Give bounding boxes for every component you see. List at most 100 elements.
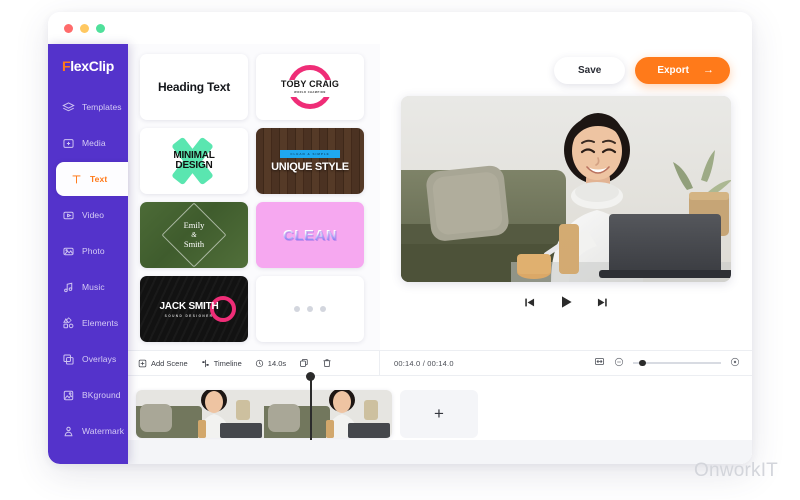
sidebar-item-label: Photo [82, 246, 105, 256]
logo-accent-letter: F [61, 58, 71, 74]
add-scene-label: Add Scene [151, 358, 188, 368]
play-button[interactable] [558, 294, 574, 310]
overlays-icon [62, 353, 75, 366]
flexclip-logo[interactable]: FlexClip [62, 58, 114, 74]
timeline-toolbar-right: 00:14.0 / 00:14.0 [380, 351, 752, 375]
sidebar-item-templates[interactable]: Templates [48, 90, 128, 124]
sidebar-item-label: Text [90, 174, 108, 184]
zoom-out-button[interactable] [614, 354, 624, 372]
zoom-controls [594, 354, 740, 372]
timeline-clip-thumbnail[interactable] [136, 390, 264, 438]
duration-indicator[interactable]: 14.0s [255, 359, 286, 368]
timeline-track[interactable]: + [128, 372, 752, 464]
template-title: Heading Text [157, 80, 231, 94]
sidebar-item-media[interactable]: Media [48, 126, 128, 160]
sidebar: FlexClip Templates Media Text Video Phot… [48, 44, 128, 464]
timeline-icon [202, 359, 209, 367]
photo-icon [62, 245, 75, 258]
sidebar-item-music[interactable]: Music [48, 270, 128, 304]
sidebar-item-bkground[interactable]: BKground [48, 378, 128, 412]
template-card-jack-smith[interactable]: JACK SMITH SOUND DESIGNER [140, 276, 248, 342]
timeline-button[interactable]: Timeline [201, 359, 242, 368]
watermark-icon [62, 425, 75, 438]
text-templates-grid: Heading Text TOBY CRAIG WORLD CHAMPION M… [128, 44, 380, 350]
zoom-slider[interactable] [633, 359, 721, 367]
template-card-emily-smith[interactable]: Emily & Smith [140, 202, 248, 268]
main-content: Heading Text TOBY CRAIG WORLD CHAMPION M… [128, 44, 752, 464]
template-title: JACK SMITH [159, 300, 219, 312]
shapes-icon [62, 316, 75, 330]
timeline-toolbar: Add Scene Timeline 14.0s 00:14.0 / 00:14… [128, 350, 752, 376]
minimize-window-dot[interactable] [80, 23, 89, 33]
app-window: FlexClip Templates Media Text Video Phot… [48, 12, 752, 464]
sidebar-item-photo[interactable]: Photo [48, 234, 128, 268]
template-card-heading-text[interactable]: Heading Text [140, 54, 248, 120]
timeline-clip-group[interactable] [136, 390, 392, 438]
timeline-toolbar-left: Add Scene Timeline 14.0s [128, 351, 380, 375]
preview-pane: Save Export → [380, 44, 752, 350]
template-card-toby-craig[interactable]: TOBY CRAIG WORLD CHAMPION [256, 54, 364, 120]
sidebar-item-video[interactable]: Video [48, 198, 128, 232]
template-ampersand: & [191, 230, 197, 239]
sidebar-item-label: BKground [82, 390, 121, 400]
save-button[interactable]: Save [553, 56, 626, 84]
template-subtitle: WORLD CHAMPION [294, 91, 326, 94]
previous-frame-button[interactable] [523, 296, 536, 309]
export-button-label: Export [657, 64, 689, 76]
music-note-icon [62, 281, 75, 294]
zoom-in-button[interactable] [730, 354, 740, 372]
zoom-slider-thumb[interactable] [639, 359, 646, 367]
logo-rest-text: lexClip [70, 58, 115, 74]
arrow-right-icon: → [703, 63, 714, 76]
add-scene-button[interactable]: Add Scene [138, 359, 188, 368]
screenshot-root: FlexClip Templates Media Text Video Phot… [0, 0, 800, 500]
delete-button[interactable] [322, 358, 332, 368]
trash-icon [323, 359, 331, 367]
fit-to-screen-button[interactable] [594, 354, 605, 372]
fit-width-icon [594, 358, 605, 365]
playhead-knob[interactable] [306, 372, 315, 381]
export-button[interactable]: Export → [635, 56, 730, 84]
minus-circle-icon [614, 357, 624, 367]
window-titlebar [48, 12, 752, 44]
media-folder-icon [62, 137, 75, 150]
timeline-label: Timeline [213, 358, 242, 368]
template-title-line2: Smith [183, 239, 205, 250]
player-controls [523, 294, 609, 310]
sidebar-item-label: Music [82, 282, 105, 292]
text-icon [70, 173, 83, 186]
timeline-clip-thumbnail[interactable] [264, 390, 392, 438]
layers-icon [62, 101, 75, 114]
template-card-clean[interactable]: CLEAN [256, 202, 364, 268]
next-frame-button[interactable] [596, 296, 609, 309]
video-icon [62, 209, 75, 222]
copy-icon [300, 359, 308, 367]
video-preview[interactable] [401, 96, 731, 282]
timecode-display: 00:14.0 / 00:14.0 [394, 358, 454, 368]
add-clip-button[interactable]: + [400, 390, 478, 438]
template-title-line2: DESIGN [175, 160, 213, 171]
sidebar-item-elements[interactable]: Elements [48, 306, 128, 340]
template-subtitle: SOUND DESIGNER [164, 313, 214, 318]
template-badge: CLEAN & SIMPLE [280, 149, 340, 158]
maximize-window-dot[interactable] [96, 23, 105, 33]
sidebar-item-watermark[interactable]: Watermark [48, 414, 128, 448]
template-title: CLEAN [282, 226, 338, 244]
template-card-more[interactable] [256, 276, 364, 342]
clip-thumb-image [264, 390, 392, 438]
sidebar-item-text[interactable]: Text [56, 162, 128, 196]
timeline-footer-strip [128, 440, 752, 464]
header-actions: Save Export → [380, 44, 752, 96]
template-title: TOBY CRAIG [280, 79, 340, 89]
watermark-text: OnworkIT [694, 460, 778, 481]
sidebar-item-overlays[interactable]: Overlays [48, 342, 128, 376]
duration-label: 14.0s [267, 358, 287, 368]
duplicate-button[interactable] [299, 358, 309, 368]
template-card-minimal-design[interactable]: MINIMAL DESIGN [140, 128, 248, 194]
sidebar-item-label: Templates [82, 102, 122, 112]
sidebar-item-label: Media [82, 138, 106, 148]
close-window-dot[interactable] [64, 23, 73, 33]
sidebar-item-label: Overlays [82, 354, 117, 364]
template-card-unique-style[interactable]: CLEAN & SIMPLE UNIQUE STYLE [256, 128, 364, 194]
more-dots-icon [294, 306, 326, 312]
